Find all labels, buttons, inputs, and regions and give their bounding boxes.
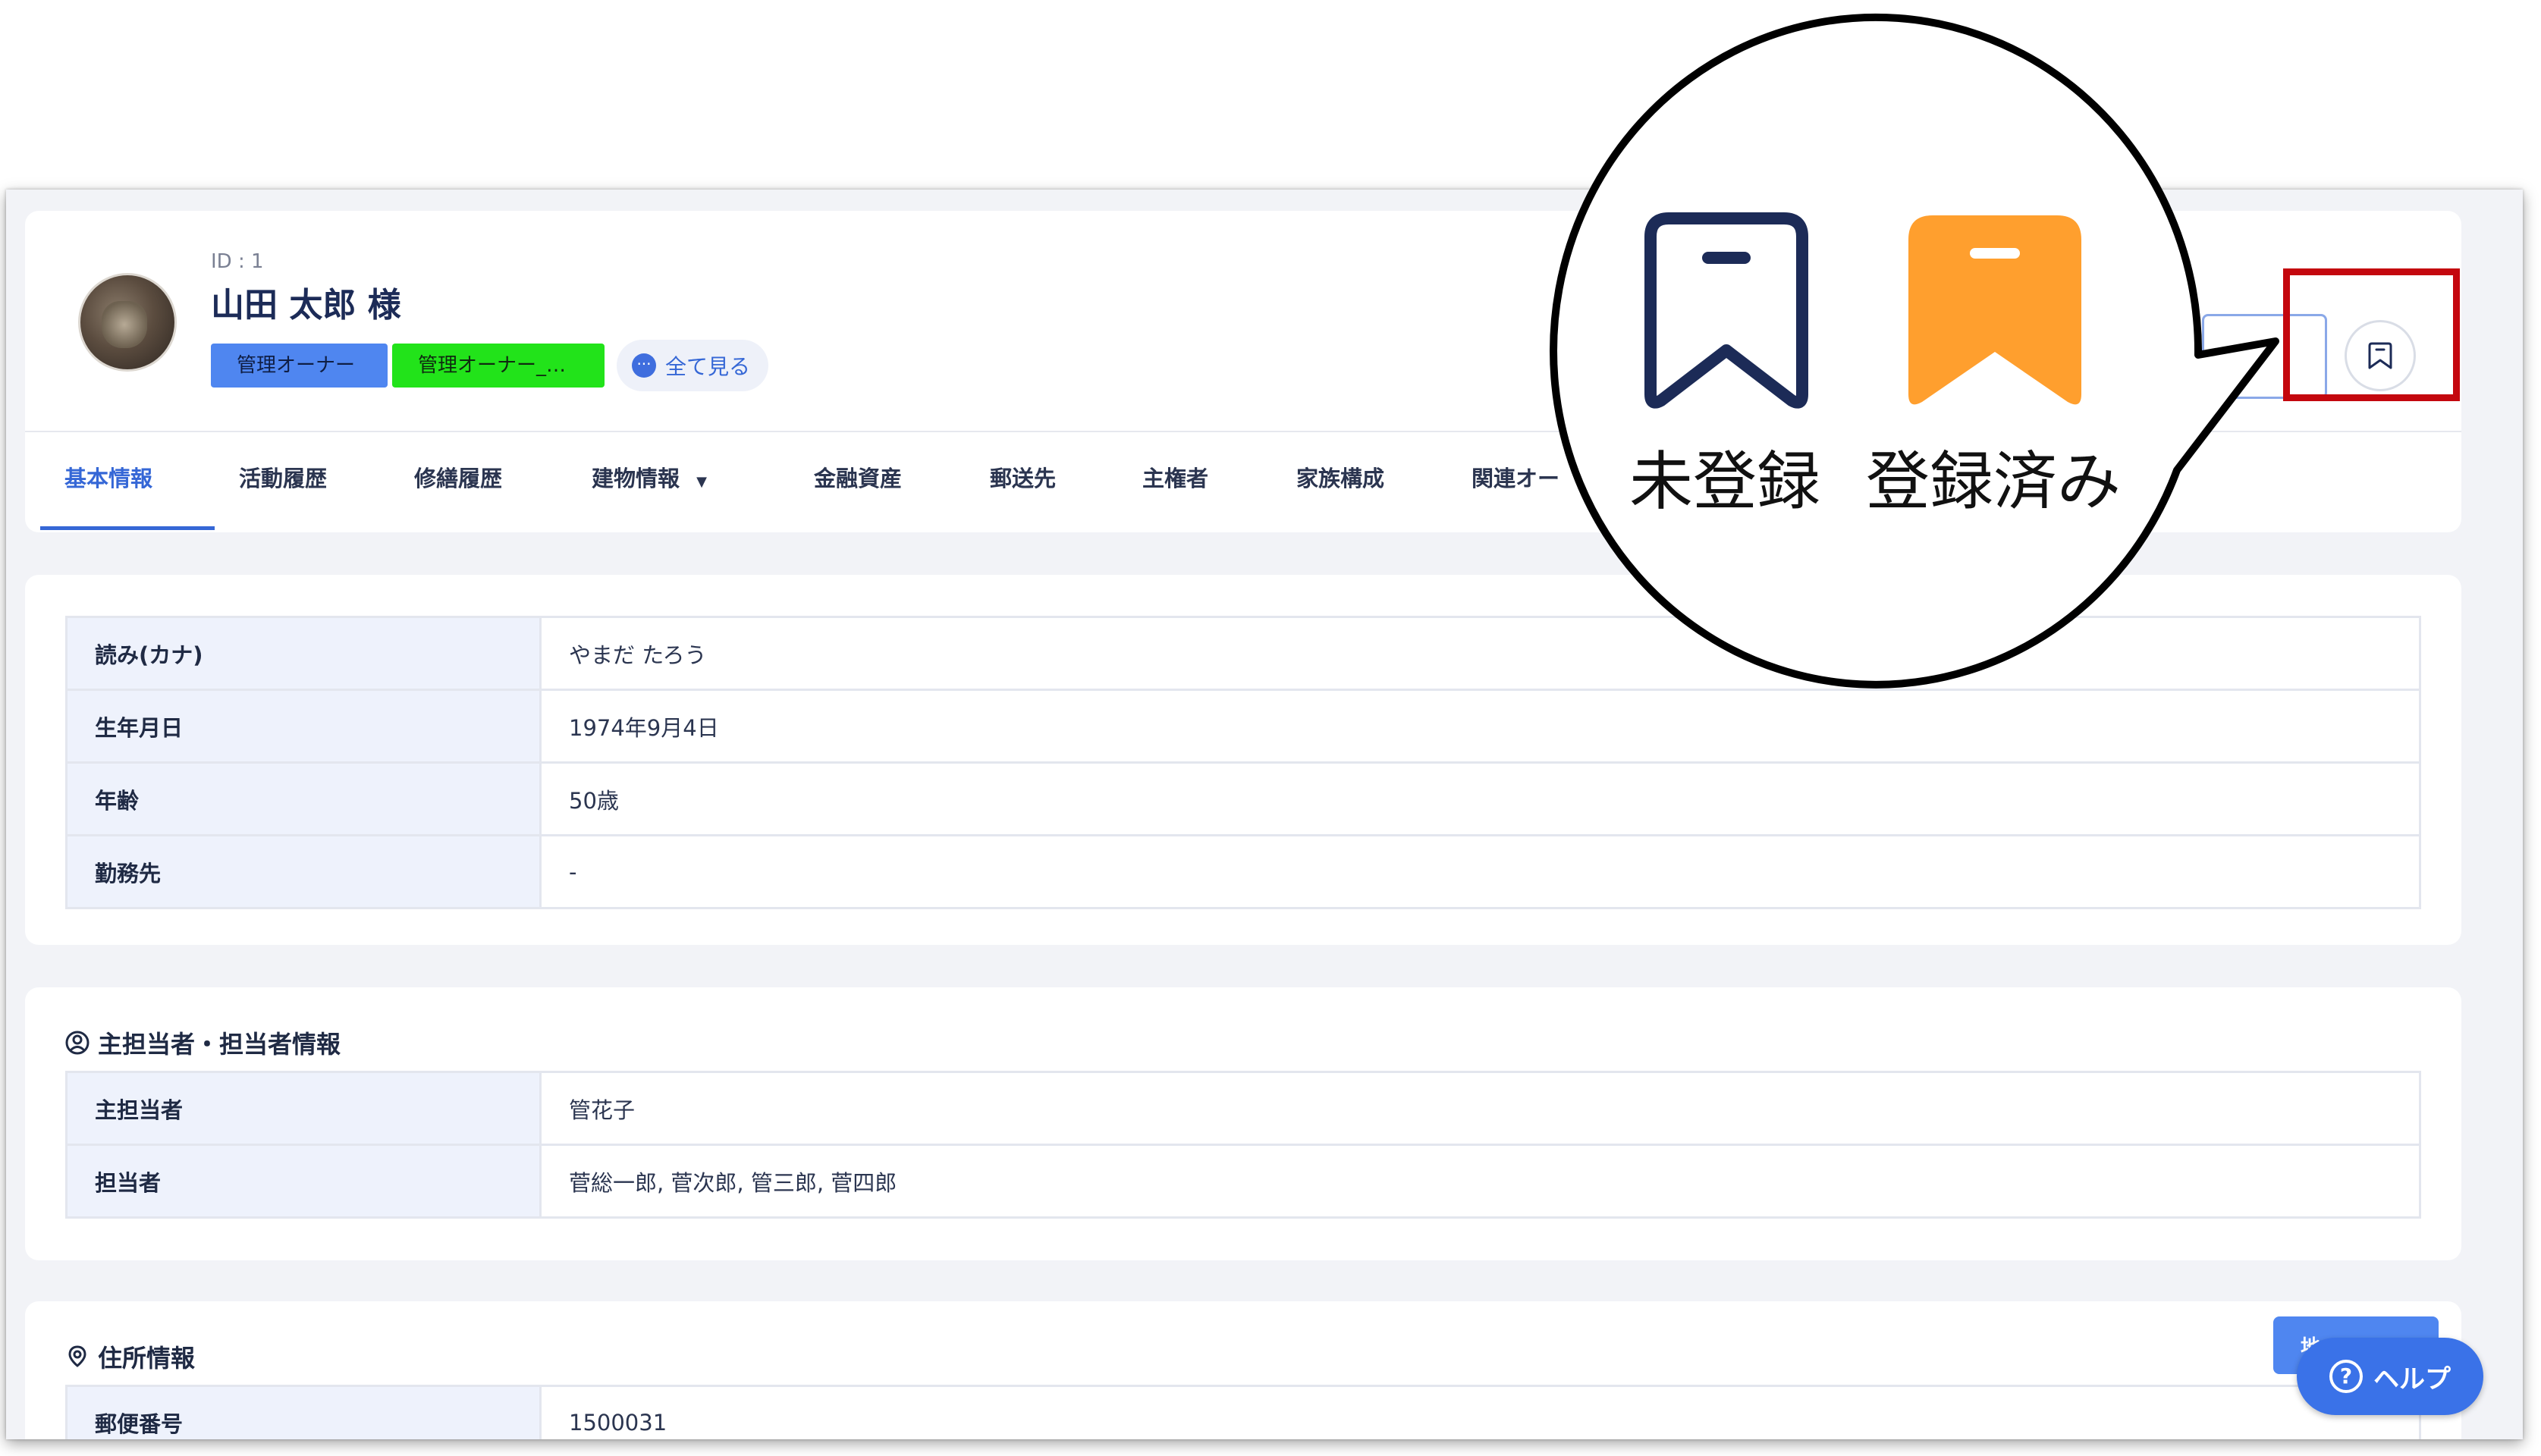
registered-label: 登録済み (1866, 444, 2122, 519)
unregistered-label: 未登録 (1629, 444, 1821, 519)
callout-balloon (1550, 13, 2279, 689)
